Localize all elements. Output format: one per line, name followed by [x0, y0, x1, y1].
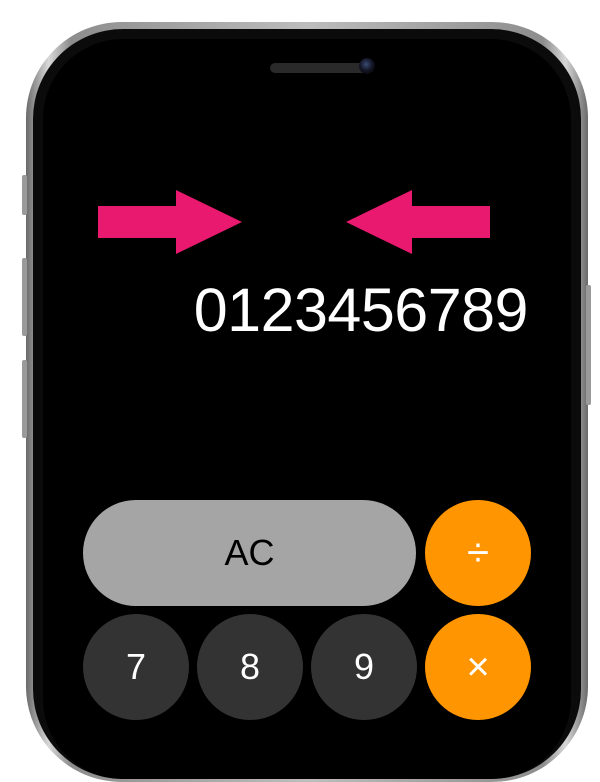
divide-button[interactable]: ÷: [425, 500, 531, 606]
all-clear-button[interactable]: AC: [83, 500, 416, 606]
multiply-button[interactable]: ×: [425, 614, 531, 720]
volume-up-button: [22, 258, 27, 336]
digit-8-button[interactable]: 8: [197, 614, 303, 720]
digit-7-button[interactable]: 7: [83, 614, 189, 720]
power-button: [586, 285, 591, 405]
calculator-display: 0123456789: [193, 276, 529, 344]
mute-switch: [22, 175, 27, 215]
speaker-grille: [270, 63, 368, 73]
front-camera-icon: [359, 58, 375, 74]
volume-down-button: [22, 360, 27, 438]
digit-9-button[interactable]: 9: [311, 614, 417, 720]
